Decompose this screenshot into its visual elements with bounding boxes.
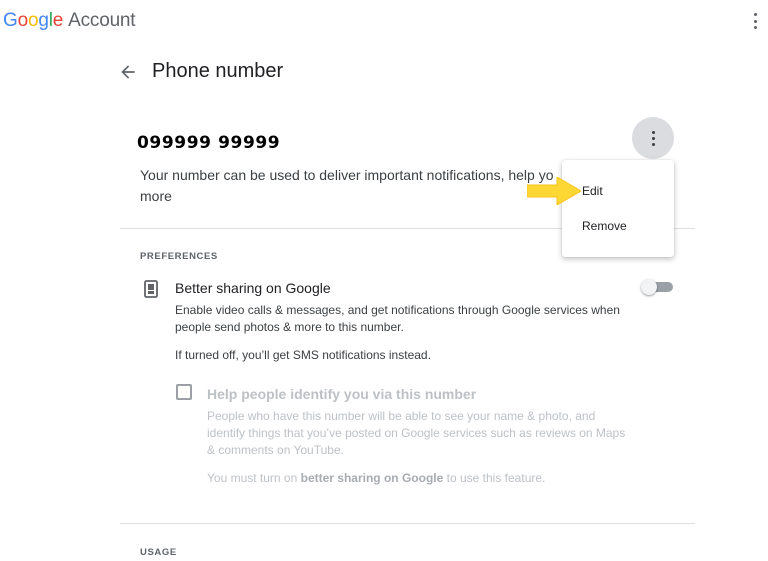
arrow-right-icon xyxy=(527,177,581,205)
account-label: Account xyxy=(68,10,136,31)
menu-item-remove[interactable]: Remove xyxy=(582,219,627,233)
menu-item-edit[interactable]: Edit xyxy=(582,184,603,198)
note-prefix: You must turn on xyxy=(207,471,301,485)
phone-options-button[interactable] xyxy=(632,117,674,159)
logo-letter: o xyxy=(17,10,29,31)
section-label-usage: USAGE xyxy=(140,547,177,558)
better-sharing-note: If turned off, you’ll get SMS notificati… xyxy=(175,348,431,362)
logo-letter: o xyxy=(27,10,39,31)
page-title: Phone number xyxy=(152,60,284,82)
more-vert-icon xyxy=(651,130,655,134)
help-identify-description: People who have this number will be able… xyxy=(207,409,626,457)
phone-number: 099999 99999 xyxy=(137,133,281,153)
logo-letter: e xyxy=(52,10,64,31)
section-label-preferences: PREFERENCES xyxy=(140,251,218,262)
note-bold: better sharing on Google xyxy=(300,471,444,485)
top-bar: Google Account xyxy=(0,0,768,40)
arrow-back-icon[interactable] xyxy=(118,62,138,82)
divider xyxy=(120,523,695,524)
more-vert-icon[interactable] xyxy=(748,12,762,30)
better-sharing-toggle[interactable] xyxy=(641,279,675,295)
note-suffix: to use this feature. xyxy=(443,471,546,485)
logo-letter: g xyxy=(38,10,49,31)
help-identify-note: You must turn on better sharing on Googl… xyxy=(207,471,545,485)
better-sharing-description: Enable video calls & messages, and get n… xyxy=(175,303,620,334)
description-more: more xyxy=(140,188,172,204)
phone-icon xyxy=(144,280,158,298)
toggle-knob xyxy=(641,279,657,295)
phone-options-menu: Edit Remove xyxy=(562,160,674,257)
google-account-logo[interactable]: Google Account xyxy=(3,10,136,32)
logo-letter: G xyxy=(3,10,18,31)
help-identify-title: Help people identify you via this number xyxy=(207,386,477,402)
help-identify-checkbox[interactable] xyxy=(176,384,192,400)
description-line: Your number can be used to deliver impor… xyxy=(140,167,554,183)
phone-description: Your number can be used to deliver impor… xyxy=(140,165,570,207)
better-sharing-title: Better sharing on Google xyxy=(175,280,331,296)
